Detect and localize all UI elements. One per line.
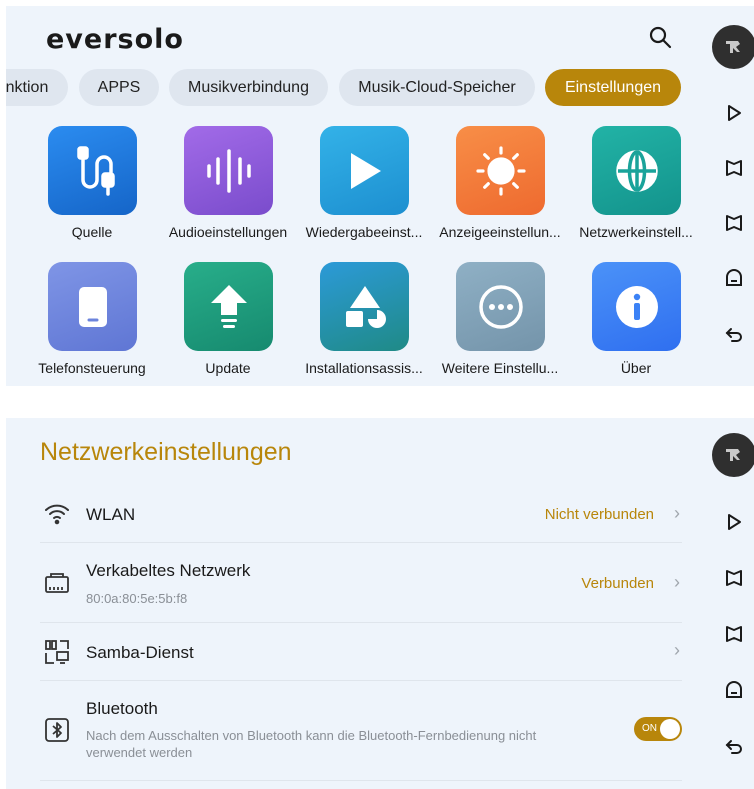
- tab-musikverbindung[interactable]: Musikverbindung: [169, 69, 328, 106]
- settings-home-panel: eversolo nktion APPS Musikverbindung Mus…: [6, 6, 754, 386]
- bluetooth-toggle[interactable]: ON: [634, 717, 682, 741]
- network-settings-panel: Netzwerkeinstellungen WLAN Nicht verbund…: [6, 418, 754, 789]
- globe-icon: [592, 126, 681, 215]
- info-icon: [592, 262, 681, 351]
- toggle-label: ON: [642, 723, 657, 734]
- cast-avatar-icon[interactable]: [712, 433, 754, 477]
- tab-einstellungen[interactable]: Einstellungen: [545, 69, 681, 106]
- shapes-icon: [320, 262, 409, 351]
- side-rail: [706, 418, 754, 789]
- tile-label: Netzwerkeinstell...: [579, 224, 693, 240]
- cast-avatar-icon[interactable]: [712, 25, 754, 69]
- chevron-right-icon: ›: [674, 572, 680, 592]
- tile-label: Audioeinstellungen: [168, 224, 288, 240]
- tile-label: Quelle: [71, 224, 113, 240]
- home-icon[interactable]: [724, 680, 744, 700]
- tile-label: Telefonsteuerung: [38, 360, 146, 376]
- library-icon[interactable]: [724, 158, 744, 178]
- home-icon[interactable]: [724, 268, 744, 288]
- sun-icon: [456, 126, 545, 215]
- play-icon: [320, 126, 409, 215]
- more-icon: [456, 262, 545, 351]
- source-cable-icon: [48, 126, 137, 215]
- wired-network-row[interactable]: Verkabeltes Netzwerk 80:0a:80:5e:5b:f8 V…: [40, 543, 682, 623]
- back-icon[interactable]: [724, 324, 744, 344]
- bookmark-icon[interactable]: [724, 624, 744, 644]
- tile-label: Installationsassis...: [305, 360, 423, 376]
- bluetooth-row: Bluetooth Nach dem Ausschalten von Bluet…: [40, 681, 682, 781]
- samba-title: Samba-Dienst: [86, 643, 194, 662]
- wired-title: Verkabeltes Netzwerk: [86, 561, 251, 580]
- page-title: Netzwerkeinstellungen: [40, 438, 292, 466]
- tab-musik-cloud-speicher[interactable]: Musik-Cloud-Speicher: [339, 69, 535, 106]
- tab-funktion[interactable]: nktion: [6, 69, 68, 106]
- samba-row[interactable]: Samba-Dienst ›: [40, 623, 682, 681]
- bluetooth-title: Bluetooth: [86, 699, 158, 718]
- tile-label: Weitere Einstellu...: [441, 360, 559, 376]
- upload-icon: [184, 262, 273, 351]
- tile-label: Über: [620, 360, 652, 376]
- ethernet-icon: [45, 573, 69, 593]
- tile-label: Wiedergabeeinst...: [305, 224, 423, 240]
- side-rail: [706, 6, 754, 386]
- library-icon[interactable]: [724, 568, 744, 588]
- bluetooth-icon: [45, 718, 69, 742]
- bluetooth-description: Nach dem Ausschalten von Bluetooth kann …: [86, 728, 537, 760]
- bookmark-icon[interactable]: [724, 213, 744, 233]
- chevron-right-icon: ›: [674, 640, 680, 660]
- wired-status: Verbunden: [581, 575, 654, 592]
- play-nav-icon[interactable]: [724, 512, 744, 532]
- samba-icon: [45, 640, 69, 664]
- phone-icon: [48, 262, 137, 351]
- play-nav-icon[interactable]: [724, 103, 744, 123]
- eversolo-logo: eversolo: [46, 24, 184, 55]
- chevron-right-icon: ›: [674, 503, 680, 523]
- tile-label: Anzeigeeinstellun...: [439, 224, 561, 240]
- tab-apps[interactable]: APPS: [79, 69, 159, 106]
- wlan-status: Nicht verbunden: [544, 506, 654, 523]
- mac-address: 80:0a:80:5e:5b:f8: [86, 591, 188, 606]
- back-icon[interactable]: [724, 736, 744, 756]
- wifi-icon: [45, 504, 69, 525]
- tile-label: Update: [205, 360, 251, 376]
- wlan-title: WLAN: [86, 505, 136, 524]
- wlan-row[interactable]: WLAN Nicht verbunden ›: [40, 486, 682, 543]
- toggle-knob: [660, 719, 680, 739]
- audio-wave-icon: [184, 126, 273, 215]
- search-icon[interactable]: [648, 25, 672, 49]
